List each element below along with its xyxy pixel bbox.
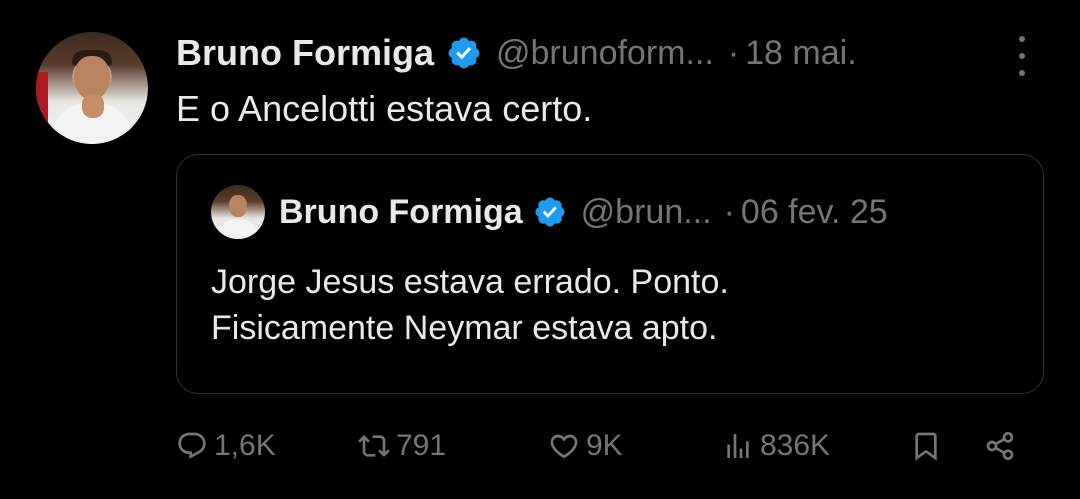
share-icon [986,432,1014,460]
avatar-bg-accent [36,72,48,122]
quoted-avatar [211,185,265,239]
bookmark-icon [915,432,937,461]
tweet-avatar[interactable] [36,32,148,144]
views-count: 836K [760,429,831,462]
like-button[interactable]: 9K [548,420,623,472]
verified-badge-icon [535,197,565,227]
separator-dot: · [727,33,740,72]
tweet-text: E o Ancelotti estava certo. [176,88,593,129]
quoted-tweet-card[interactable]: Bruno Formiga @brun... · 06 fev. 25 Jorg… [176,154,1044,394]
quoted-text-line: Fisicamente Neymar estava apto. [211,309,718,347]
avatar-hands [82,94,104,118]
author-name[interactable]: Bruno Formiga [176,32,434,74]
quoted-text: Jorge Jesus estava errado. Ponto. Fisica… [211,259,729,351]
like-count: 9K [586,429,623,462]
author-handle[interactable]: @brunoform... [496,34,714,73]
heart-icon [550,434,578,459]
retweet-count: 791 [396,429,447,462]
retweet-button[interactable]: 791 [358,420,446,472]
retweet-icon [358,435,390,457]
quoted-author-name: Bruno Formiga [279,192,523,231]
quoted-author-handle: @brun... [580,192,712,231]
quoted-avatar-face [229,195,247,217]
more-dot [1019,70,1025,76]
separator-dot: · [723,192,735,231]
tweet-date[interactable]: 18 mai. [745,34,857,73]
more-dot [1019,53,1025,59]
reply-button[interactable]: 1,6K [176,420,276,472]
tweet-header: Bruno Formiga @brunoform... · 18 mai. [176,26,857,80]
quoted-date: 06 fev. 25 [740,192,888,231]
bookmark-button[interactable] [910,420,942,472]
verified-badge-icon [448,37,480,69]
more-dot [1019,36,1025,42]
reply-count: 1,6K [214,429,276,462]
share-button[interactable] [984,420,1016,472]
action-bar: 1,6K 791 9K 836K [176,420,1036,472]
more-options-icon[interactable] [1010,36,1034,76]
views-button[interactable]: 836K [722,420,830,472]
quoted-header: Bruno Formiga @brun... · 06 fev. 25 [279,185,888,239]
views-chart-icon [727,434,749,458]
quoted-avatar-shirt [217,219,259,239]
reply-icon [178,432,206,459]
quoted-text-line: Jorge Jesus estava errado. Ponto. [211,263,729,301]
